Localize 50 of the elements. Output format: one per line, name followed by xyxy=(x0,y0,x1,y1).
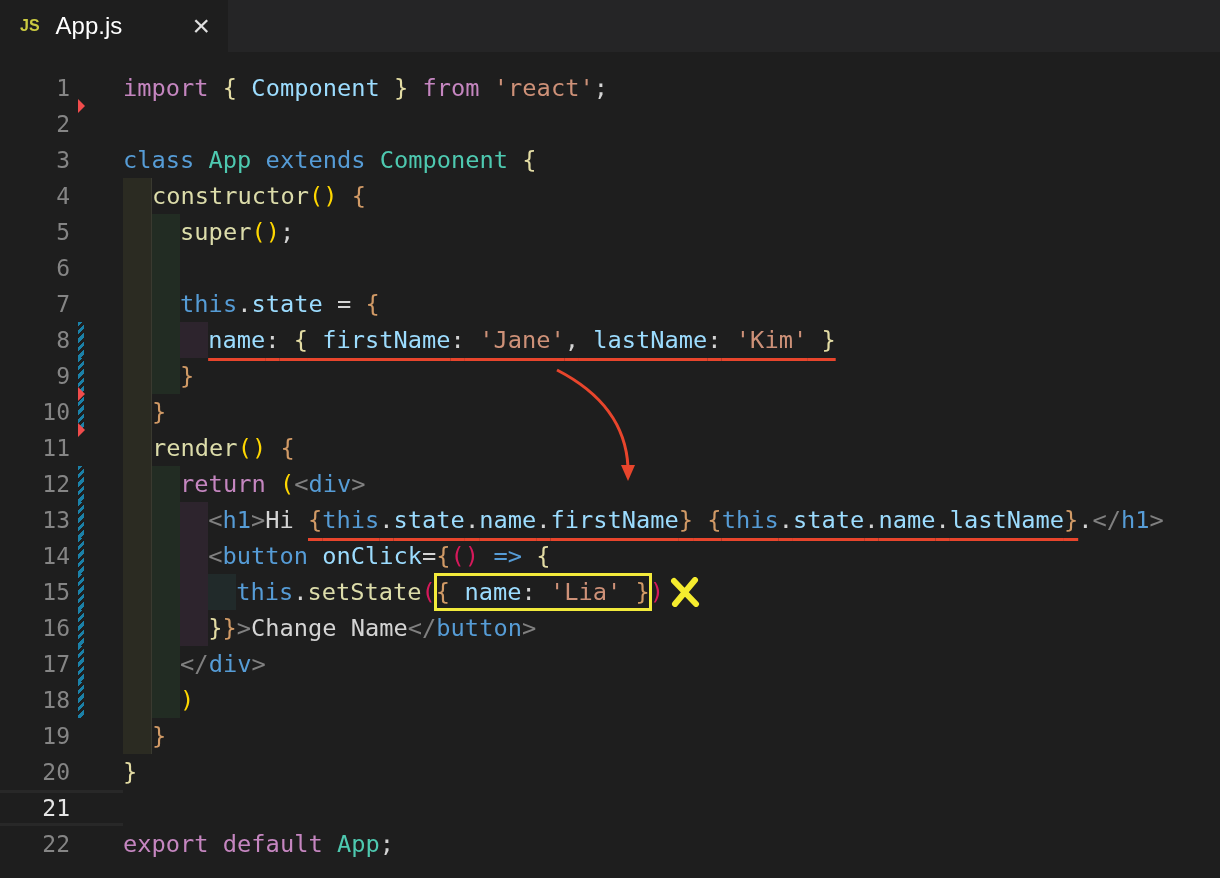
line-number: 1 xyxy=(55,74,70,103)
line-number: 5 xyxy=(55,218,70,247)
code-line: } xyxy=(152,721,167,752)
line-number: 2 xyxy=(55,110,70,139)
code-line: class App extends Component { xyxy=(123,145,537,176)
indent-guide xyxy=(152,358,181,394)
line-number: 8 xyxy=(55,326,70,355)
line-number: 3 xyxy=(55,146,70,175)
line-number: 11 xyxy=(41,434,70,463)
editor-tab[interactable]: JS App.js × xyxy=(0,0,228,52)
line-number: 15 xyxy=(41,578,70,607)
line-number: 21 xyxy=(41,794,70,823)
line-number: 4 xyxy=(55,182,70,211)
line-number: 20 xyxy=(41,758,70,787)
line-number: 13 xyxy=(41,506,70,535)
indent-guide xyxy=(152,214,181,250)
indent-guide xyxy=(123,718,153,754)
code-line: import { Component } from 'react'; xyxy=(123,73,608,104)
line-number: 22 xyxy=(41,830,70,859)
code-line: this.state = { xyxy=(180,289,380,320)
line-number: 9 xyxy=(55,362,70,391)
line-number: 7 xyxy=(55,290,70,319)
code-line: super(); xyxy=(180,217,295,248)
indent-guide xyxy=(180,322,209,358)
line-number: 16 xyxy=(41,614,70,643)
line-number: 17 xyxy=(41,650,70,679)
code-line: this.setState({ name: 'Lia' }) xyxy=(236,574,665,610)
code-line: } xyxy=(152,397,167,428)
code-line: render() { xyxy=(152,433,295,464)
indent-guide xyxy=(152,466,181,502)
code-line: </div> xyxy=(180,649,266,680)
close-icon[interactable]: × xyxy=(192,11,210,41)
code-line: constructor() { xyxy=(152,181,366,212)
line-number: 18 xyxy=(41,686,70,715)
code-line: <h1>Hi {this.state.name.firstName} {this.state.name.lastName}.</h1> xyxy=(208,505,1164,536)
line-number: 14 xyxy=(41,542,70,571)
code-line: } xyxy=(123,757,138,788)
code-line: return (<div> xyxy=(180,469,366,500)
code-line: export default App; xyxy=(123,829,394,860)
line-number: 10 xyxy=(41,398,70,427)
code-line: }}>Change Name</button> xyxy=(208,613,537,644)
code-line: ) xyxy=(180,685,195,716)
line-number: 12 xyxy=(41,470,70,499)
indent-guide xyxy=(123,178,153,214)
line-number: 6 xyxy=(55,254,70,283)
indent-guide xyxy=(152,682,181,718)
line-number: 19 xyxy=(41,722,70,751)
code-line: } xyxy=(180,361,195,392)
code-line: name: { firstName: 'Jane', lastName: 'Kim' } xyxy=(208,325,836,356)
code-line: <button onClick={() => { xyxy=(208,541,551,572)
